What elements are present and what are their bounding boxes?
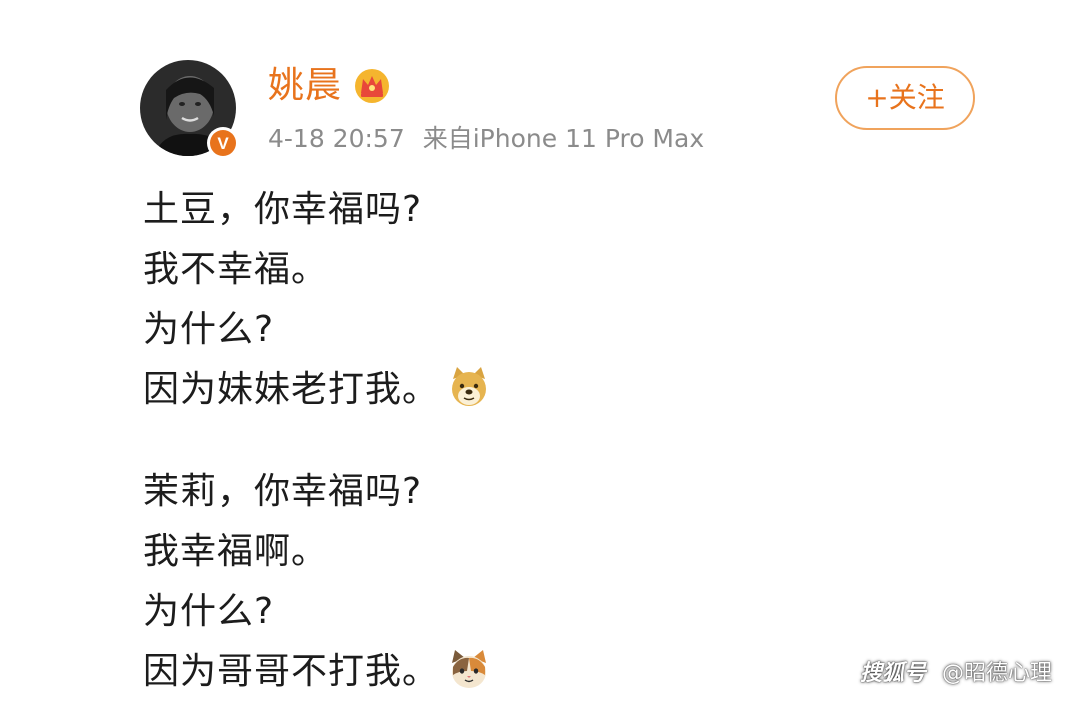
post-timestamp: 4-18 20:57 — [268, 124, 405, 153]
doge-emoji-icon — [447, 365, 491, 409]
post-line-text: 为什么? — [143, 591, 275, 632]
post-body: 土豆，你幸福吗? 我不幸福。 为什么? 因为妹妹老打我。 茉莉，你幸福吗? 我幸… — [143, 180, 763, 702]
post-line: 我幸福啊。 — [143, 522, 763, 582]
cat-emoji-icon — [447, 647, 491, 691]
post-line-text: 茉莉，你幸福吗? — [143, 471, 423, 512]
crown-icon — [352, 66, 392, 106]
follow-button[interactable]: +关注 — [835, 66, 975, 130]
post-line-text: 因为哥哥不打我。 — [143, 651, 440, 692]
post-line-text: 土豆，你幸福吗? — [143, 189, 423, 230]
post-line: 为什么? — [143, 300, 763, 360]
watermark-account: @昭德心理 — [941, 661, 1052, 686]
watermark-brand: 搜狐号 — [859, 661, 926, 686]
post-line: 为什么? — [143, 582, 763, 642]
post-source[interactable]: 来自iPhone 11 Pro Max — [423, 124, 704, 153]
post-line-text: 因为妹妹老打我。 — [143, 369, 440, 410]
post-line: 我不幸福。 — [143, 240, 763, 300]
post-line: 因为妹妹老打我。 — [143, 360, 763, 420]
post-paragraph: 土豆，你幸福吗? 我不幸福。 为什么? 因为妹妹老打我。 — [143, 180, 763, 420]
post-paragraph: 茉莉，你幸福吗? 我幸福啊。 为什么? 因为哥哥不打我。 — [143, 462, 763, 702]
post-line: 茉莉，你幸福吗? — [143, 462, 763, 522]
watermark: 搜狐号 @昭德心理 — [860, 659, 1052, 689]
verified-badge-label: V — [217, 134, 229, 153]
author-name[interactable]: 姚晨 — [268, 64, 342, 108]
post-line: 土豆，你幸福吗? — [143, 180, 763, 240]
post-line-text: 我不幸福。 — [143, 249, 329, 290]
post-line: 因为哥哥不打我。 — [143, 642, 763, 702]
post-line-text: 为什么? — [143, 309, 275, 350]
post-meta: 4-18 20:57 来自iPhone 11 Pro Max — [268, 122, 704, 156]
post-line-text: 我幸福啊。 — [143, 531, 329, 572]
verified-badge-icon: V — [206, 126, 240, 160]
